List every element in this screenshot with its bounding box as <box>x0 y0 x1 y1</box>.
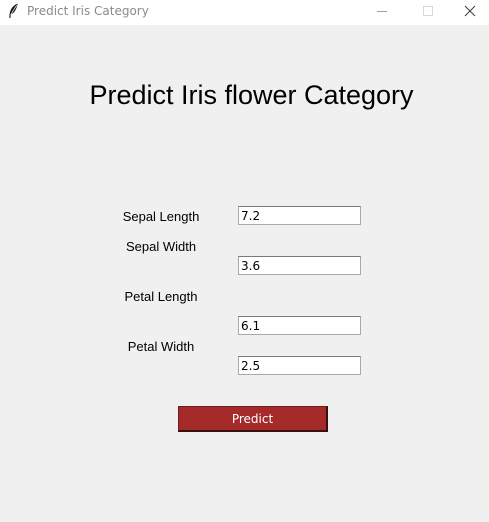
feather-icon <box>7 3 19 19</box>
sepal-width-input[interactable] <box>238 256 361 275</box>
petal-length-label: Petal Length <box>124 289 198 304</box>
sepal-length-input[interactable] <box>238 206 361 225</box>
app-window: Predict Iris Category Predict Iris flowe… <box>0 0 489 522</box>
close-button[interactable] <box>451 0 489 25</box>
predict-button[interactable]: Predict <box>178 406 328 432</box>
close-icon <box>464 4 476 22</box>
window-title: Predict Iris Category <box>27 4 149 18</box>
minimize-button[interactable] <box>359 0 405 25</box>
page-title: Predict Iris flower Category <box>89 80 414 110</box>
maximize-button[interactable] <box>405 0 451 25</box>
minimize-icon <box>376 4 388 22</box>
sepal-width-label: Sepal Width <box>125 239 197 254</box>
maximize-icon <box>422 4 434 22</box>
petal-length-input[interactable] <box>238 316 361 335</box>
petal-width-label: Petal Width <box>127 339 195 354</box>
title-bar[interactable]: Predict Iris Category <box>0 0 489 26</box>
sepal-length-label: Sepal Length <box>122 209 200 224</box>
petal-width-input[interactable] <box>238 356 361 375</box>
